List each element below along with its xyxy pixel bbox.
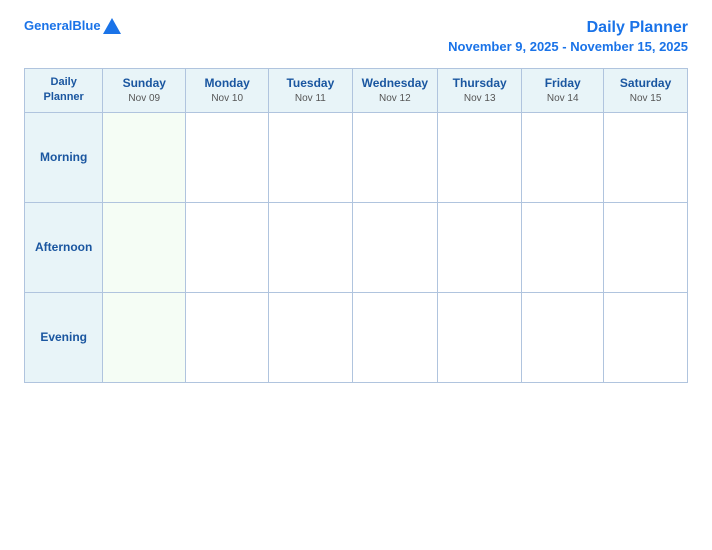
logo-general: General [24, 18, 72, 33]
cell-evening-wednesday[interactable] [352, 292, 438, 382]
title-main: Daily Planner [448, 18, 688, 39]
cell-evening-tuesday[interactable] [269, 292, 352, 382]
cell-evening-monday[interactable] [186, 292, 269, 382]
cell-morning-thursday[interactable] [438, 112, 522, 202]
cell-afternoon-thursday[interactable] [438, 202, 522, 292]
cell-morning-wednesday[interactable] [352, 112, 438, 202]
col-header-monday: Monday Nov 10 [186, 68, 269, 112]
cell-evening-friday[interactable] [522, 292, 604, 382]
col-header-friday: Friday Nov 14 [522, 68, 604, 112]
title-area: Daily Planner November 9, 2025 - Novembe… [448, 18, 688, 54]
row-afternoon: Afternoon [25, 202, 688, 292]
cell-afternoon-sunday[interactable] [103, 202, 186, 292]
calendar-table: DailyPlanner Sunday Nov 09 Monday Nov 10… [24, 68, 688, 383]
header-row: DailyPlanner Sunday Nov 09 Monday Nov 10… [25, 68, 688, 112]
cell-evening-thursday[interactable] [438, 292, 522, 382]
cell-afternoon-wednesday[interactable] [352, 202, 438, 292]
cell-morning-monday[interactable] [186, 112, 269, 202]
row-evening: Evening [25, 292, 688, 382]
cell-morning-sunday[interactable] [103, 112, 186, 202]
cell-morning-saturday[interactable] [604, 112, 688, 202]
cell-evening-sunday[interactable] [103, 292, 186, 382]
col-header-wednesday: Wednesday Nov 12 [352, 68, 438, 112]
cell-afternoon-friday[interactable] [522, 202, 604, 292]
label-evening: Evening [25, 292, 103, 382]
logo-text: GeneralBlue [24, 19, 101, 33]
col-header-sunday: Sunday Nov 09 [103, 68, 186, 112]
col-header-tuesday: Tuesday Nov 11 [269, 68, 352, 112]
col-header-planner: DailyPlanner [25, 68, 103, 112]
row-morning: Morning [25, 112, 688, 202]
header: GeneralBlue Daily Planner November 9, 20… [24, 18, 688, 54]
cell-morning-friday[interactable] [522, 112, 604, 202]
col-header-thursday: Thursday Nov 13 [438, 68, 522, 112]
cell-morning-tuesday[interactable] [269, 112, 352, 202]
cell-afternoon-saturday[interactable] [604, 202, 688, 292]
title-date: November 9, 2025 - November 15, 2025 [448, 39, 688, 54]
label-morning: Morning [25, 112, 103, 202]
logo-triangle-icon [103, 18, 121, 34]
cell-evening-saturday[interactable] [604, 292, 688, 382]
cell-afternoon-monday[interactable] [186, 202, 269, 292]
logo-area: GeneralBlue [24, 18, 121, 34]
label-afternoon: Afternoon [25, 202, 103, 292]
logo-blue: Blue [72, 18, 100, 33]
col-header-saturday: Saturday Nov 15 [604, 68, 688, 112]
cell-afternoon-tuesday[interactable] [269, 202, 352, 292]
page: GeneralBlue Daily Planner November 9, 20… [0, 0, 712, 550]
